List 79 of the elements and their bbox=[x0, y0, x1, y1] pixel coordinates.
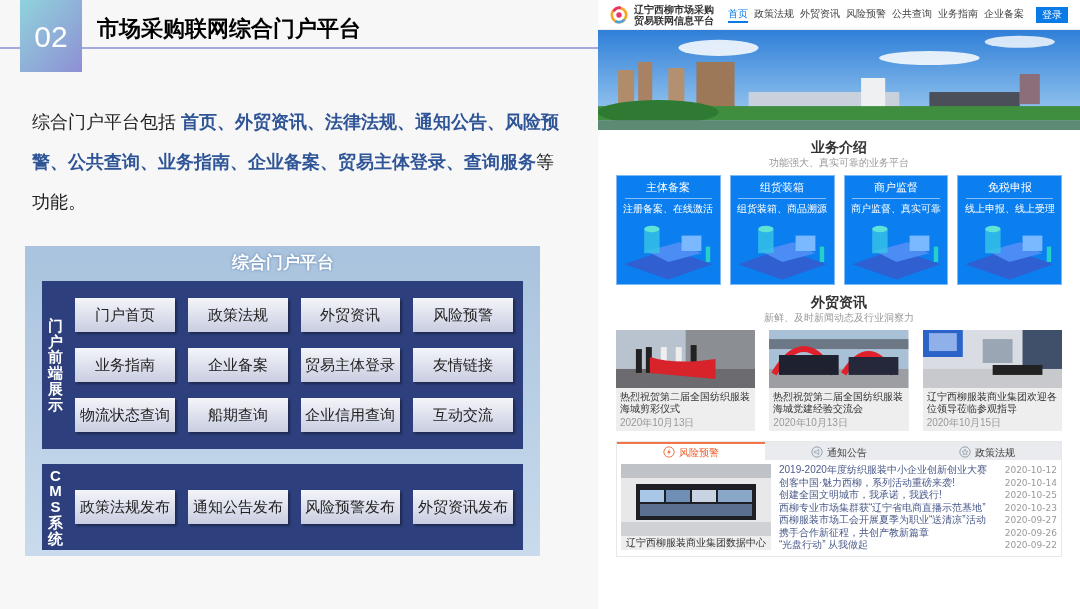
speaker-icon bbox=[811, 446, 823, 458]
tab[interactable]: 风险预警 bbox=[617, 442, 765, 460]
nav-link[interactable]: 业务指南 bbox=[938, 6, 978, 23]
module-tile: 风险预警发布 bbox=[300, 490, 401, 524]
news-link[interactable]: 创建全国文明城市，我承诺，我践行! bbox=[779, 489, 942, 502]
image-caption: 辽宁西柳服装商业集团数据中心 bbox=[621, 536, 771, 550]
diagram-title: 综合门户平台 bbox=[231, 252, 334, 274]
section-subtitle: 功能强大、真实可靠的业务平台 bbox=[769, 156, 909, 169]
nav-link[interactable]: 首页 bbox=[728, 6, 748, 23]
module-tile: 通知公告发布 bbox=[187, 490, 288, 524]
list-date: 2020-09-26 bbox=[1004, 526, 1057, 539]
news-date: 2020年10月15日 bbox=[925, 416, 1003, 430]
news-card[interactable]: 热烈祝贺第二届全国纺织服装海城党建经验交流会 2020年10月13日 bbox=[769, 330, 909, 431]
card-subtitle: 组货装箱、商品溯源 bbox=[737, 202, 828, 215]
lightning-icon bbox=[663, 446, 675, 458]
nav-link[interactable]: 风险预警 bbox=[846, 6, 886, 23]
module-tile: 企业信用查询 bbox=[300, 398, 401, 432]
logo-subtitle: 贸易联网信息平台 bbox=[634, 14, 714, 26]
module-tile: 业务指南 bbox=[75, 348, 175, 382]
news-card[interactable]: 热烈祝贺第二届全国纺织服装海城剪彩仪式 2020年10月13日 bbox=[616, 330, 756, 431]
logo-icon bbox=[610, 5, 628, 24]
logo-title: 辽宁西柳市场采购 bbox=[634, 3, 714, 15]
panel-label: 门户前端展示 bbox=[48, 317, 63, 413]
news-title: 热烈祝贺第二届全国纺织服装海城剪彩仪式 bbox=[619, 390, 751, 415]
nav-link[interactable]: 政策法规 bbox=[754, 6, 794, 23]
service-card[interactable]: 商户监督 商户监督、真实可靠 bbox=[843, 175, 949, 285]
news-date: 2020年10月13日 bbox=[772, 416, 849, 430]
section-number: 02 bbox=[20, 0, 82, 72]
section-title: 业务介绍 bbox=[811, 138, 867, 156]
section-title: 外贸资讯 bbox=[811, 293, 867, 311]
tab[interactable]: 政策法规 bbox=[913, 442, 1061, 460]
service-card[interactable]: 免税申报 线上申报、线上受理 bbox=[957, 175, 1062, 285]
news-title: 辽宁西柳服装商业集团欢迎各位领导莅临参观指导 bbox=[925, 390, 1058, 415]
news-link[interactable]: “光盘行动” 从我做起 bbox=[779, 539, 869, 552]
list-date: 2020-10-12 bbox=[1004, 464, 1057, 477]
login-button[interactable]: 登录 bbox=[1036, 6, 1068, 23]
service-card[interactable]: 主体备案 注册备案、在线激活 bbox=[616, 175, 721, 285]
news-card[interactable]: 辽宁西柳服装商业集团欢迎各位领导莅临参观指导 2020年10月15日 bbox=[922, 330, 1062, 431]
panel-label: CMS系统 bbox=[48, 467, 63, 547]
service-card[interactable]: 组货装箱 组货装箱、商品溯源 bbox=[729, 175, 835, 285]
list-date: 2020-10-25 bbox=[1004, 489, 1057, 502]
section-subtitle: 新鲜、及时新闻动态及行业洞察力 bbox=[764, 311, 914, 324]
star-icon bbox=[959, 446, 971, 458]
news-link[interactable]: 2019-2020年度纺织服装中小企业创新创业大赛 bbox=[779, 464, 987, 477]
slide-title: 市场采购联网综合门户平台 bbox=[97, 15, 361, 43]
list-date: 2020-09-22 bbox=[1004, 539, 1057, 552]
module-tile: 贸易主体登录 bbox=[300, 348, 401, 382]
module-tile: 政策法规发布 bbox=[75, 490, 175, 524]
module-tile: 船期查询 bbox=[187, 398, 288, 432]
news-link[interactable]: 携手合作新征程，共创产教新篇章 bbox=[779, 526, 929, 539]
card-title: 商户监督 bbox=[873, 180, 918, 195]
card-subtitle: 商户监督、真实可靠 bbox=[850, 202, 941, 215]
list-date: 2020-10-14 bbox=[1004, 476, 1057, 489]
module-tile: 门户首页 bbox=[75, 298, 175, 332]
card-subtitle: 注册备案、在线激活 bbox=[623, 202, 714, 215]
module-tile: 企业备案 bbox=[187, 348, 288, 382]
nav-link[interactable]: 公共查询 bbox=[892, 6, 932, 23]
news-date: 2020年10月13日 bbox=[619, 416, 696, 430]
list-date: 2020-10-23 bbox=[1004, 501, 1057, 514]
news-link[interactable]: 西柳服装市场工会开展夏季为职业“送清凉”活动 bbox=[779, 514, 986, 527]
news-link[interactable]: 创客中国·魅力西柳，系列活动重磅来袭! bbox=[779, 476, 956, 489]
list-date: 2020-09-27 bbox=[1004, 514, 1057, 527]
module-tile: 互动交流 bbox=[413, 398, 513, 432]
card-title: 主体备案 bbox=[646, 180, 691, 195]
tab[interactable]: 通知公告 bbox=[765, 442, 913, 460]
news-title: 热烈祝贺第二届全国纺织服装海城党建经验交流会 bbox=[772, 390, 905, 415]
nav-link[interactable]: 企业备案 bbox=[984, 6, 1024, 23]
module-tile: 风险预警 bbox=[413, 298, 513, 332]
module-tile: 外贸资讯 bbox=[300, 298, 401, 332]
description-paragraph: 综合门户平台包括 首页、外贸资讯、法律法规、通知公告、风险预警、公共查询、业务指南、企业备案、贸易主体登录、查询服务等功能。 bbox=[32, 111, 560, 214]
nav-link[interactable]: 外贸资讯 bbox=[800, 6, 840, 23]
module-tile: 友情链接 bbox=[413, 348, 513, 382]
card-title: 组货装箱 bbox=[760, 180, 805, 195]
news-link[interactable]: 西柳专业市场集群获“辽宁省电商直播示范基地” bbox=[779, 501, 986, 514]
module-tile: 物流状态查询 bbox=[75, 398, 175, 432]
card-subtitle: 线上申报、线上受理 bbox=[964, 202, 1055, 215]
card-title: 免税申报 bbox=[987, 180, 1032, 195]
module-tile: 外贸资讯发布 bbox=[413, 490, 513, 524]
module-tile: 政策法规 bbox=[187, 298, 288, 332]
